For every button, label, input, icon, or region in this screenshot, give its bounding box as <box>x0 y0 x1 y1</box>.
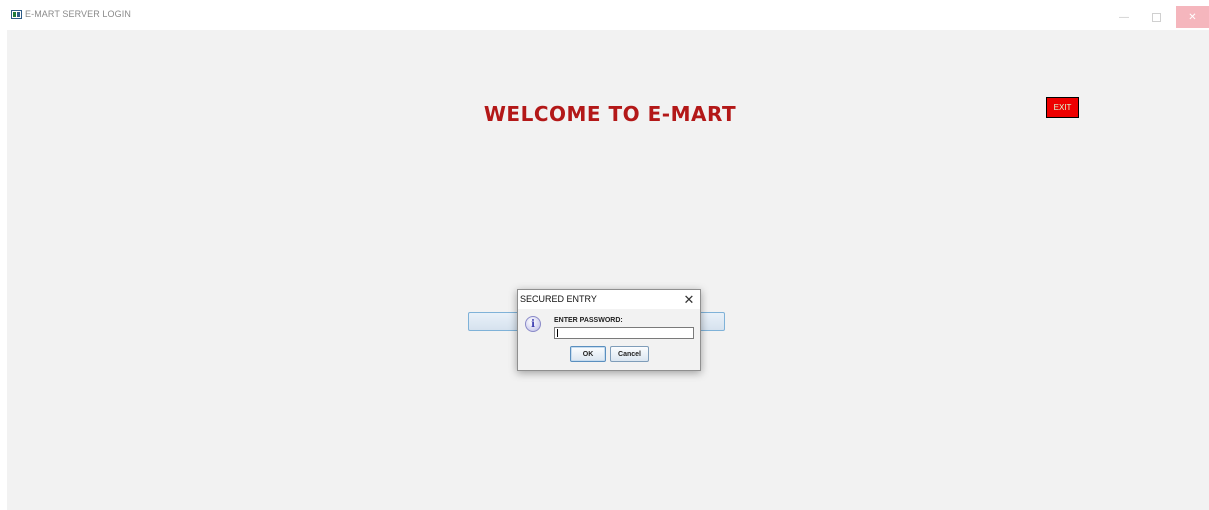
ok-button[interactable]: OK <box>570 346 606 362</box>
dialog-titlebar: SECURED ENTRY ✕ <box>518 290 700 309</box>
close-icon: ✕ <box>1188 11 1197 23</box>
dialog-title: SECURED ENTRY <box>520 294 597 304</box>
minimize-icon: — <box>1119 11 1129 23</box>
secured-entry-dialog: SECURED ENTRY ✕ i ENTER PASSWORD: OK Can… <box>517 289 701 371</box>
password-label: ENTER PASSWORD: <box>554 317 623 324</box>
maximize-button[interactable] <box>1140 6 1172 28</box>
main-panel: WELCOME TO E-MART EXIT <box>7 30 1209 510</box>
app-window-icon <box>11 10 22 19</box>
window-close-button[interactable]: ✕ <box>1176 6 1209 28</box>
minimize-button[interactable]: — <box>1108 6 1140 28</box>
window-titlebar: E-MART SERVER LOGIN — ✕ <box>0 0 1209 30</box>
info-icon: i <box>525 316 541 332</box>
text-caret <box>557 329 558 337</box>
exit-button[interactable]: EXIT <box>1046 97 1079 118</box>
maximize-icon <box>1151 12 1161 22</box>
cancel-button[interactable]: Cancel <box>610 346 649 362</box>
window-title: E-MART SERVER LOGIN <box>25 9 131 19</box>
welcome-heading: WELCOME TO E-MART <box>483 102 737 126</box>
dialog-close-icon[interactable]: ✕ <box>681 291 697 308</box>
password-input[interactable] <box>554 327 694 339</box>
